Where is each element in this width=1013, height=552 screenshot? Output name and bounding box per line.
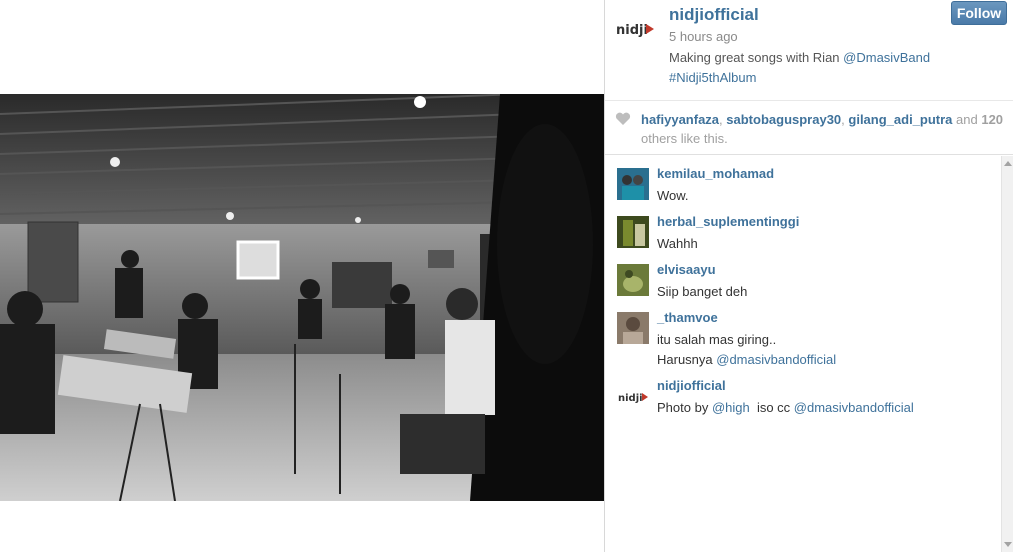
comments-scrollbar[interactable] (1001, 156, 1013, 552)
comment-mention[interactable]: @dmasivbandofficial (794, 400, 914, 415)
comment-username[interactable]: elvisaayu (657, 262, 716, 277)
scroll-up-arrow-icon[interactable] (1004, 161, 1012, 166)
comment-text: itu salah mas giring.. Harusnya @dmasivb… (657, 330, 987, 370)
liker-3[interactable]: gilang_adi_putra (848, 112, 952, 127)
comment-line-2-prefix: Harusnya (657, 352, 717, 367)
scroll-down-arrow-icon[interactable] (1004, 542, 1012, 547)
comment-avatar[interactable] (617, 312, 649, 344)
caption-mention[interactable]: @DmasivBand (843, 50, 930, 65)
comment-mention[interactable]: @dmasivbandofficial (716, 352, 836, 367)
logo-text: nidji (616, 23, 648, 38)
liker-2[interactable]: sabtobaguspray30 (726, 112, 841, 127)
follow-button[interactable]: Follow (951, 1, 1007, 25)
comment-text: Photo by @high iso cc @dmasivbandofficia… (657, 398, 987, 418)
caption-text: Making great songs with Rian (669, 50, 844, 65)
likes-and: and (952, 112, 982, 127)
liker-1[interactable]: hafiyyanfaza (641, 112, 719, 127)
comment-text: Wow. (657, 188, 689, 203)
heart-icon[interactable] (615, 112, 631, 126)
post-sidebar: nidji nidjiofficial 5 hours ago Making g… (604, 0, 1013, 552)
likes-others: others like this. (641, 131, 728, 146)
comment-text-mid: iso cc (749, 400, 794, 415)
post-header: nidji nidjiofficial 5 hours ago Making g… (605, 0, 1013, 100)
comment-line-1: itu salah mas giring.. (657, 332, 777, 347)
comment-mention[interactable]: @high (712, 400, 750, 415)
comment-username[interactable]: _thamvoe (657, 310, 718, 325)
comments-list: kemilau_mohamad Wow. herbal_suplementing… (605, 156, 1000, 552)
comment-text: Siip banget deh (657, 284, 748, 299)
likes-section: hafiyyanfaza, sabtobaguspray30, gilang_a… (605, 100, 1013, 155)
post-caption: Making great songs with Rian @DmasivBand… (669, 48, 969, 88)
likes-count: 120 (981, 112, 1004, 127)
likes-text: hafiyyanfaza, sabtobaguspray30, gilang_a… (641, 110, 1006, 148)
studio-photo-illustration (0, 94, 604, 501)
nidji-logo-avatar[interactable]: nidji (616, 8, 658, 46)
comment-text: Wahhh (657, 236, 698, 251)
comment-text-prefix: Photo by (657, 400, 712, 415)
caption-hashtag[interactable]: #Nidji5thAlbum (669, 70, 756, 85)
post-photo[interactable] (0, 94, 604, 501)
photo-pane (0, 0, 604, 552)
comment-username[interactable]: nidjiofficial (657, 378, 726, 393)
comment-username[interactable]: kemilau_mohamad (657, 166, 774, 181)
avatar-logo-text: nidji (618, 393, 643, 404)
comment-avatar[interactable] (617, 264, 649, 296)
comment-avatar[interactable]: nidji (617, 380, 649, 412)
post-username[interactable]: nidjiofficial (669, 5, 759, 25)
post-time: 5 hours ago (669, 29, 738, 44)
comment-username[interactable]: herbal_suplementinggi (657, 214, 799, 229)
comment-avatar[interactable] (617, 168, 649, 200)
logo-arrow-icon (646, 24, 654, 34)
comment-avatar[interactable] (617, 216, 649, 248)
